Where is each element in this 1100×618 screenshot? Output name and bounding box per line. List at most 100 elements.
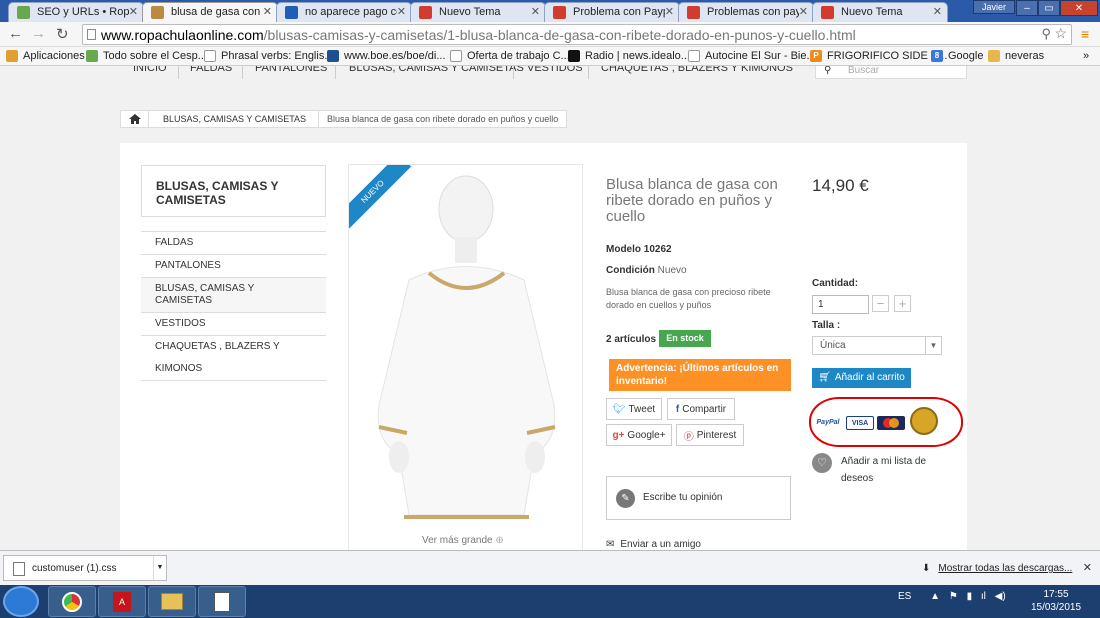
home-icon[interactable]	[121, 111, 149, 127]
close-tab-icon[interactable]: ✕	[933, 5, 942, 18]
breadcrumb-category[interactable]: BLUSAS, CAMISAS Y CAMISETAS	[149, 111, 320, 127]
close-tab-icon[interactable]: ✕	[799, 5, 808, 18]
bookmark-label: neveras	[1005, 50, 1045, 62]
view-larger-label: Ver más grande	[422, 535, 493, 546]
star-bookmark-icon[interactable]: ☆	[1054, 25, 1067, 42]
close-tab-icon[interactable]: ✕	[531, 5, 540, 18]
menu-item[interactable]: FALDAS	[190, 66, 232, 74]
volume-icon[interactable]: ◀)	[995, 591, 1006, 602]
flag-icon[interactable]: ⚑	[949, 591, 958, 602]
tweet-label: Tweet	[628, 403, 656, 415]
taskbar-app[interactable]	[198, 586, 246, 617]
quantity-minus-button[interactable]: −	[872, 295, 889, 312]
tweet-button[interactable]: 🐦︎ Tweet	[606, 398, 662, 420]
product-image[interactable]: NUEVO Ver más grande ⊕	[348, 164, 583, 550]
pinterest-button[interactable]: ⓟ Pinterest	[676, 424, 744, 446]
browser-tab[interactable]: blusa de gasa con ri ✕	[142, 2, 278, 23]
quantity-input[interactable]: 1	[812, 295, 869, 314]
quantity-label: Cantidad:	[812, 278, 859, 289]
envelope-icon: ✉	[606, 539, 615, 550]
taskbar-explorer[interactable]	[148, 586, 196, 617]
close-window-button[interactable]: ✕	[1060, 0, 1098, 16]
sidebar-item-pantalones[interactable]: PANTALONES	[141, 254, 326, 277]
taskbar-chrome[interactable]	[48, 586, 96, 617]
menu-item[interactable]: VESTIDOS	[527, 66, 583, 74]
bookmark-label: FRIGORIFICO SIDE B...	[827, 50, 948, 62]
folder-icon	[161, 593, 183, 610]
size-label: Talla :	[812, 320, 841, 331]
write-review-button[interactable]: ✎ Escribe tu opinión	[606, 476, 791, 520]
review-label: Escribe tu opinión	[643, 492, 723, 503]
close-tab-icon[interactable]: ✕	[665, 5, 674, 18]
back-arrow-icon[interactable]: ←	[8, 25, 23, 42]
menu-item[interactable]: BLUSAS, CAMISAS Y CAMISETAS	[349, 66, 524, 74]
browser-tab[interactable]: Nuevo Tema ✕	[410, 2, 546, 22]
send-friend-label: Enviar a un amigo	[620, 539, 701, 550]
bookmark-item[interactable]: Autocine El Sur - Bie...	[688, 50, 816, 62]
chrome-menu-icon[interactable]: ≡	[1081, 26, 1089, 42]
download-bar: customuser (1).css ▼ ⬇ Mostrar todas las …	[0, 550, 1100, 585]
sidebar-item-vestidos[interactable]: VESTIDOS	[141, 312, 326, 335]
download-filename: customuser (1).css	[32, 563, 117, 574]
browser-tab[interactable]: no aparece pago cor ✕	[276, 2, 412, 22]
download-item[interactable]: customuser (1).css ▼	[3, 555, 167, 581]
quantity-plus-button[interactable]: +	[894, 295, 911, 312]
url-bar[interactable]: www.ropachulaonline.com/blusas-camisas-y…	[82, 24, 1072, 45]
add-to-wishlist-link[interactable]: ♡ Añadir a mi lista de deseos	[812, 453, 942, 487]
browser-tab[interactable]: SEO y URLs • Ropa C✕	[8, 2, 144, 22]
close-tab-icon[interactable]: ✕	[263, 5, 272, 18]
zoom-search-icon[interactable]: ⚲	[1041, 26, 1051, 42]
bookmark-apps[interactable]: Aplicaciones	[6, 50, 85, 62]
search-input[interactable]: ⚲ Buscar	[815, 66, 967, 79]
w-icon	[821, 6, 834, 19]
bookmark-item[interactable]: P FRIGORIFICO SIDE B...	[810, 50, 947, 62]
forward-arrow-icon[interactable]: →	[31, 25, 46, 42]
visa-logo: VISA	[846, 416, 874, 430]
start-button[interactable]	[3, 586, 39, 617]
wishlist-label: Añadir a mi lista de deseos	[841, 456, 927, 484]
minimize-button[interactable]: –	[1016, 0, 1038, 16]
google-plus-button[interactable]: g+ Google+	[606, 424, 672, 446]
browser-tab-strip: SEO y URLs • Ropa C✕blusa de gasa con ri…	[0, 0, 1100, 23]
close-icon[interactable]: ✕	[1083, 561, 1092, 574]
file-icon	[13, 562, 25, 576]
chrome-icon	[62, 591, 82, 612]
menu-item[interactable]: INICIO	[133, 66, 167, 74]
close-tab-icon[interactable]: ✕	[129, 5, 138, 18]
reload-icon[interactable]: ↻	[56, 25, 69, 43]
size-select[interactable]: Única ▼	[812, 336, 942, 355]
browser-tab[interactable]: Nuevo Tema ✕	[812, 2, 948, 22]
bookmark-item[interactable]: Todo sobre el Cesp...	[86, 50, 207, 62]
bookmark-item[interactable]: Radio | news.idealo....	[568, 50, 693, 62]
bookmark-item[interactable]: www.boe.es/boe/di...	[327, 50, 446, 62]
language-indicator[interactable]: ES	[898, 591, 911, 602]
show-all-downloads-link[interactable]: ⬇ Mostrar todas las descargas...	[922, 563, 1072, 574]
tray-arrow-icon[interactable]: ▲	[930, 591, 940, 602]
chevron-down-icon[interactable]: ▼	[153, 556, 166, 580]
browser-tab[interactable]: Problemas con payp ✕	[678, 2, 814, 22]
close-tab-icon[interactable]: ✕	[397, 5, 406, 18]
tab-label: Problemas con payp	[707, 6, 799, 18]
low-stock-warning: Advertencia: ¡Últimos artículos en inven…	[609, 359, 791, 391]
bookmark-item[interactable]: 8 Google	[931, 50, 983, 62]
signal-icon[interactable]: ıl	[981, 591, 986, 602]
bookmark-item[interactable]: Oferta de trabajo C...	[450, 50, 570, 62]
system-clock[interactable]: 17:55 15/03/2015	[1030, 588, 1082, 614]
facebook-share-button[interactable]: f Compartir	[667, 398, 735, 420]
browser-tab[interactable]: Problema con Paypa ✕	[544, 2, 680, 22]
menu-item[interactable]: CHAQUETAS , BLAZERS Y KIMONOS	[601, 66, 793, 74]
menu-item[interactable]: PANTALONES	[255, 66, 327, 74]
view-larger-link[interactable]: Ver más grande ⊕	[422, 535, 504, 546]
taskbar-acrobat[interactable]: A	[98, 586, 146, 617]
sidebar-item-blusas[interactable]: BLUSAS, CAMISAS Y CAMISETAS	[141, 277, 326, 312]
maximize-button[interactable]: ▭	[1038, 0, 1060, 16]
page-viewport: INICIO FALDAS PANTALONES BLUSAS, CAMISAS…	[0, 66, 1100, 550]
sidebar-item-faldas[interactable]: FALDAS	[141, 231, 326, 254]
network-icon[interactable]: ▮	[967, 591, 973, 602]
bookmark-item[interactable]: Phrasal verbs: Englis...	[204, 50, 334, 62]
bookmarks-overflow[interactable]: »	[1083, 50, 1089, 62]
send-to-friend-link[interactable]: ✉ Enviar a un amigo	[606, 539, 701, 550]
add-to-cart-button[interactable]: 🛒︎ Añadir al carrito	[812, 368, 911, 388]
bookmark-folder[interactable]: neveras	[988, 50, 1044, 62]
sidebar-item-chaquetas[interactable]: CHAQUETAS , BLAZERS Y KIMONOS	[141, 335, 326, 381]
